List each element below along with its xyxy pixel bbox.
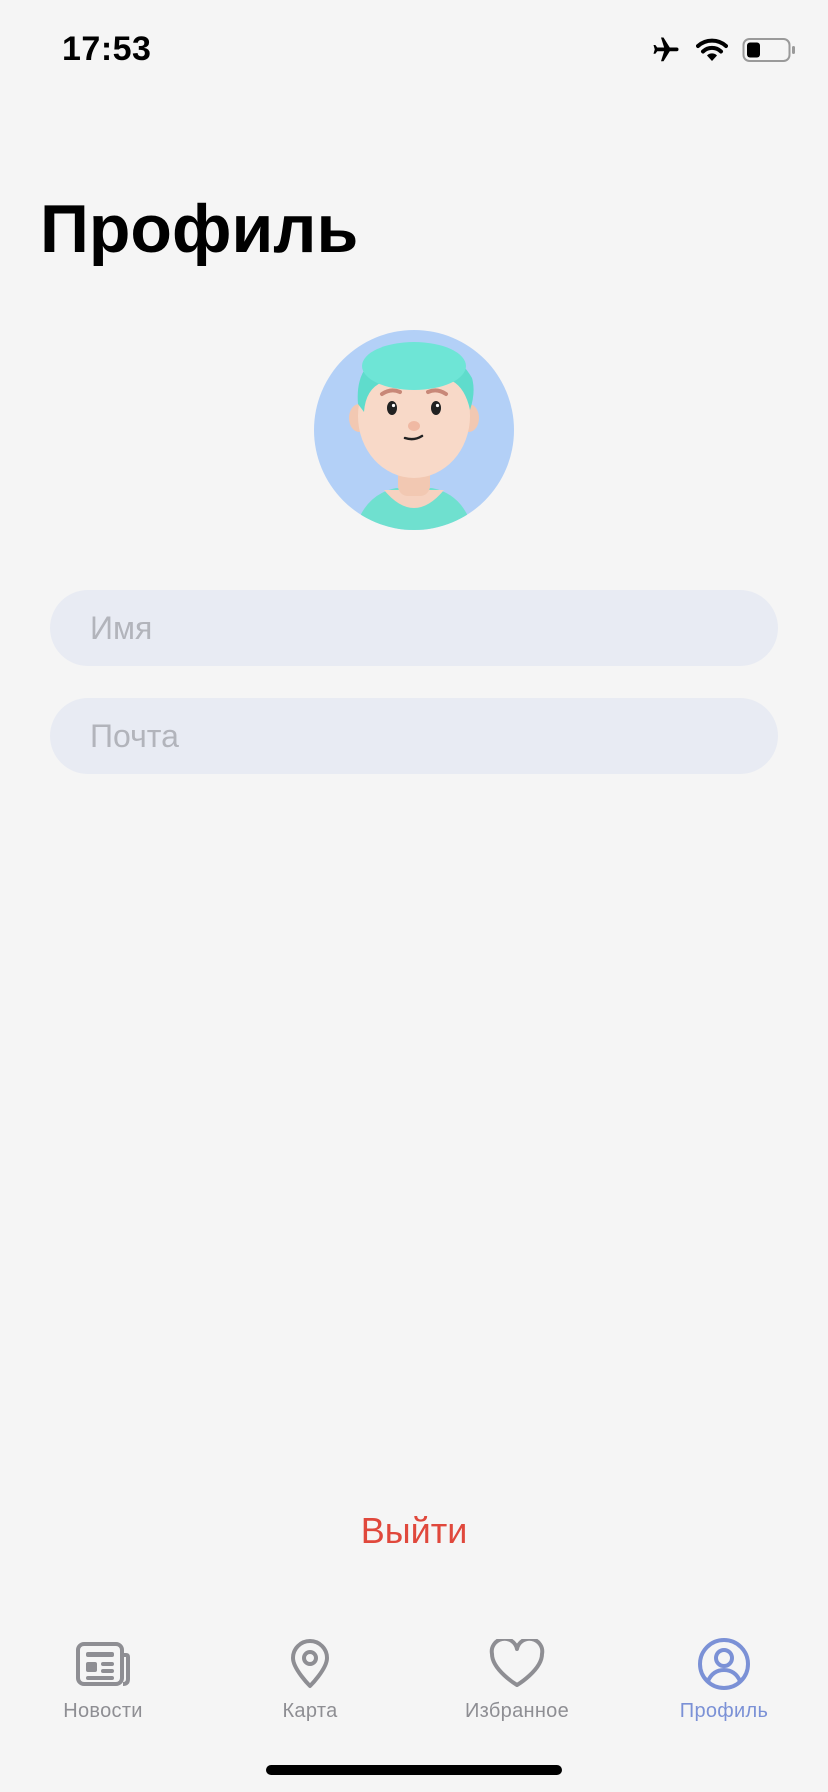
battery-icon (742, 37, 796, 63)
airplane-mode-icon (650, 35, 682, 65)
tab-map[interactable]: Карта (230, 1636, 390, 1736)
avatar-illustration (349, 342, 479, 530)
tab-favorites-label: Избранное (464, 1700, 570, 1722)
status-bar: 17:53 (0, 0, 828, 100)
profile-screen: 17:53 Профиль Имя Почта Выйти Новости Ка… (0, 0, 828, 1792)
tab-news[interactable]: Новости (23, 1636, 183, 1736)
email-field[interactable] (50, 698, 778, 774)
page-title: Профиль (40, 191, 359, 267)
status-time: 17:53 (62, 30, 152, 68)
person-circle-icon (694, 1636, 754, 1692)
tab-bar: Новости Карта Избранное Профиль (0, 1620, 828, 1740)
home-indicator (266, 1765, 562, 1775)
tab-profile[interactable]: Профиль (644, 1636, 804, 1736)
status-icons (650, 34, 796, 66)
tab-profile-label: Профиль (679, 1700, 769, 1722)
map-pin-icon (280, 1636, 340, 1692)
logout-button[interactable]: Выйти (0, 1510, 828, 1552)
tab-favorites[interactable]: Избранное (437, 1636, 597, 1736)
avatar[interactable] (314, 330, 514, 530)
tab-map-label: Карта (282, 1700, 338, 1722)
heart-icon (487, 1636, 547, 1692)
name-field[interactable] (50, 590, 778, 666)
newspaper-icon (73, 1636, 133, 1692)
tab-news-label: Новости (63, 1700, 143, 1722)
wifi-icon (696, 37, 728, 63)
